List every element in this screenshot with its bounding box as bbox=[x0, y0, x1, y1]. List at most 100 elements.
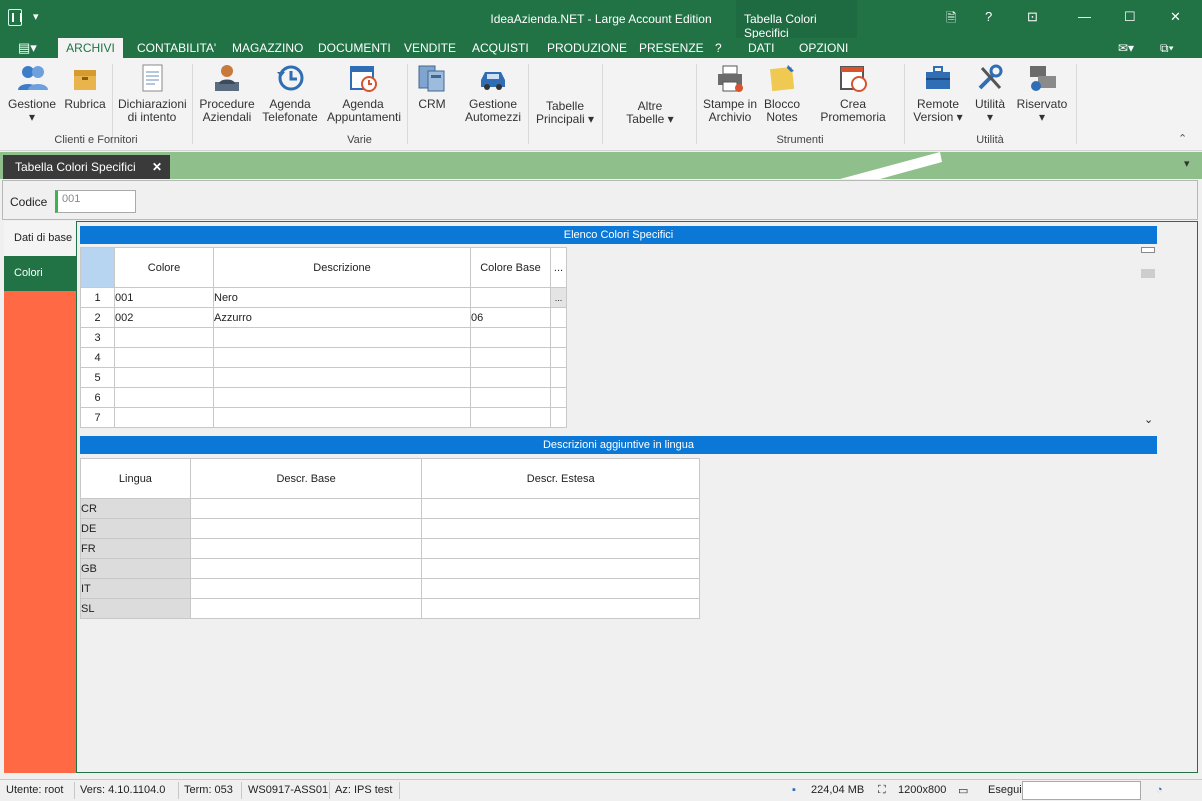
blocco-notes-button[interactable]: Blocco Notes bbox=[762, 62, 802, 124]
table-row[interactable]: DE bbox=[80, 518, 700, 539]
cell-extra[interactable] bbox=[550, 387, 567, 408]
table-row[interactable]: SL bbox=[80, 598, 700, 619]
table-row[interactable]: IT bbox=[80, 578, 700, 599]
cell-descr-base[interactable] bbox=[189, 578, 423, 599]
crm-button[interactable]: CRM bbox=[414, 62, 450, 111]
remote-version-button[interactable]: Remote Version ▾ bbox=[910, 62, 966, 124]
riservato-button[interactable]: Riservato ▾ bbox=[1016, 62, 1068, 124]
tab-produzione[interactable]: PRODUZIONE bbox=[547, 38, 627, 58]
mail-icon[interactable]: ✉▾ bbox=[1118, 38, 1134, 58]
esegui-input[interactable] bbox=[1022, 781, 1141, 800]
cell-extra[interactable] bbox=[550, 307, 567, 328]
document-icon[interactable]: 🗎 bbox=[946, 9, 956, 31]
col-header-descr-estesa[interactable]: Descr. Estesa bbox=[421, 458, 700, 499]
cell-descr-base[interactable] bbox=[189, 518, 423, 539]
cell-colore[interactable] bbox=[114, 387, 214, 408]
utilita-button[interactable]: Utilità ▾ bbox=[970, 62, 1010, 124]
maximize-button[interactable]: ☐ bbox=[1124, 9, 1136, 25]
table-row[interactable]: 1 001 Nero ... bbox=[80, 287, 567, 308]
cell-descr-base[interactable] bbox=[189, 498, 423, 519]
gestione-button[interactable]: Gestione ▾ bbox=[8, 62, 56, 124]
ellipsis-button[interactable]: ... bbox=[550, 287, 567, 308]
cell-descr-estesa[interactable] bbox=[421, 518, 700, 539]
cell-extra[interactable] bbox=[550, 347, 567, 368]
table-row[interactable]: GB bbox=[80, 558, 700, 579]
cell-colore[interactable]: 001 bbox=[114, 287, 214, 308]
table-row[interactable]: FR bbox=[80, 538, 700, 559]
table-row[interactable]: CR bbox=[80, 498, 700, 519]
cell-colore-base[interactable] bbox=[470, 387, 551, 408]
cell-descrizione[interactable] bbox=[213, 387, 471, 408]
window-icon[interactable]: ▭ bbox=[958, 784, 968, 797]
cell-descrizione[interactable] bbox=[213, 407, 471, 428]
tab-help[interactable]: ? bbox=[715, 38, 722, 58]
table-row[interactable]: 3 bbox=[80, 327, 567, 348]
collapse-ribbon-icon[interactable]: ⌃ bbox=[1178, 132, 1187, 145]
restore-ribbon-icon[interactable]: ⊡ bbox=[1027, 9, 1038, 25]
cell-descr-base[interactable] bbox=[189, 598, 423, 619]
cell-colore[interactable] bbox=[114, 367, 214, 388]
cell-colore[interactable] bbox=[114, 407, 214, 428]
cell-descrizione[interactable]: Nero bbox=[213, 287, 471, 308]
stampe-button[interactable]: Stampe in Archivio bbox=[702, 62, 758, 124]
scroll-down-icon[interactable]: ⌄ bbox=[1144, 413, 1153, 426]
table-row[interactable]: 7 bbox=[80, 407, 567, 428]
agenda-appuntamenti-button[interactable]: Agenda Appuntamenti bbox=[327, 62, 401, 124]
close-button[interactable]: ✕ bbox=[1170, 9, 1181, 25]
cell-colore-base[interactable]: 06 bbox=[470, 307, 551, 328]
tab-archivi[interactable]: ARCHIVI bbox=[58, 38, 123, 58]
col-header-extra[interactable]: ... bbox=[550, 247, 567, 288]
scroll-thumb[interactable] bbox=[1141, 269, 1155, 278]
side-tab-dati-di-base[interactable]: Dati di base bbox=[4, 221, 76, 256]
tab-contabilita[interactable]: CONTABILITA' bbox=[137, 38, 216, 58]
cell-descr-estesa[interactable] bbox=[421, 578, 700, 599]
cell-descr-estesa[interactable] bbox=[421, 538, 700, 559]
cell-descrizione[interactable] bbox=[213, 327, 471, 348]
cell-extra[interactable] bbox=[550, 407, 567, 428]
cell-colore-base[interactable] bbox=[470, 287, 551, 308]
agenda-telefonate-button[interactable]: Agenda Telefonate bbox=[262, 62, 318, 124]
tab-acquisti[interactable]: ACQUISTI bbox=[472, 38, 529, 58]
crea-promemoria-button[interactable]: Crea Promemoria bbox=[808, 62, 898, 124]
tab-dati[interactable]: DATI bbox=[748, 38, 774, 58]
minimize-button[interactable]: — bbox=[1078, 9, 1091, 24]
rubrica-button[interactable]: Rubrica bbox=[64, 62, 106, 111]
tab-tabella-colori[interactable]: Tabella Colori Specifici ✕ bbox=[3, 155, 170, 179]
cell-extra[interactable] bbox=[550, 367, 567, 388]
clock-icon[interactable]: ◔ bbox=[1156, 784, 1163, 796]
col-header-colore[interactable]: Colore bbox=[114, 247, 214, 288]
tab-opzioni[interactable]: OPZIONI bbox=[799, 38, 848, 58]
table-row[interactable]: 2 002 Azzurro 06 bbox=[80, 307, 567, 328]
dichiarazioni-button[interactable]: Dichiarazioni di intento bbox=[118, 62, 187, 124]
side-tab-colori[interactable]: Colori bbox=[4, 256, 76, 291]
cell-colore-base[interactable] bbox=[470, 407, 551, 428]
col-header-descr-base[interactable]: Descr. Base bbox=[189, 458, 423, 499]
close-tab-icon[interactable]: ✕ bbox=[152, 155, 162, 179]
table-row[interactable]: 4 bbox=[80, 347, 567, 368]
file-menu-icon[interactable]: ▤▾ bbox=[18, 38, 37, 58]
tab-documenti[interactable]: DOCUMENTI bbox=[318, 38, 391, 58]
cell-descrizione[interactable] bbox=[213, 347, 471, 368]
cell-descr-base[interactable] bbox=[189, 538, 423, 559]
table-row[interactable]: 5 bbox=[80, 367, 567, 388]
cell-descrizione[interactable] bbox=[213, 367, 471, 388]
cell-colore-base[interactable] bbox=[470, 367, 551, 388]
col-header-colore-base[interactable]: Colore Base bbox=[470, 247, 551, 288]
tab-vendite[interactable]: VENDITE bbox=[404, 38, 456, 58]
procedure-button[interactable]: Procedure Aziendali bbox=[199, 62, 255, 124]
cell-descr-estesa[interactable] bbox=[421, 598, 700, 619]
codice-field[interactable]: 001 bbox=[55, 190, 136, 213]
cell-extra[interactable] bbox=[550, 327, 567, 348]
help-button[interactable]: ? bbox=[985, 9, 992, 24]
tab-magazzino[interactable]: MAGAZZINO bbox=[232, 38, 303, 58]
tab-list-dropdown-icon[interactable]: ▾ bbox=[1184, 157, 1190, 170]
cell-colore[interactable] bbox=[114, 347, 214, 368]
cell-descr-estesa[interactable] bbox=[421, 498, 700, 519]
col-header-descrizione[interactable]: Descrizione bbox=[213, 247, 471, 288]
table-row[interactable]: 6 bbox=[80, 387, 567, 408]
cell-descrizione[interactable]: Azzurro bbox=[213, 307, 471, 328]
grid-corner[interactable] bbox=[80, 247, 115, 288]
cell-colore-base[interactable] bbox=[470, 327, 551, 348]
cell-descr-estesa[interactable] bbox=[421, 558, 700, 579]
scroll-up-icon[interactable] bbox=[1141, 247, 1155, 253]
